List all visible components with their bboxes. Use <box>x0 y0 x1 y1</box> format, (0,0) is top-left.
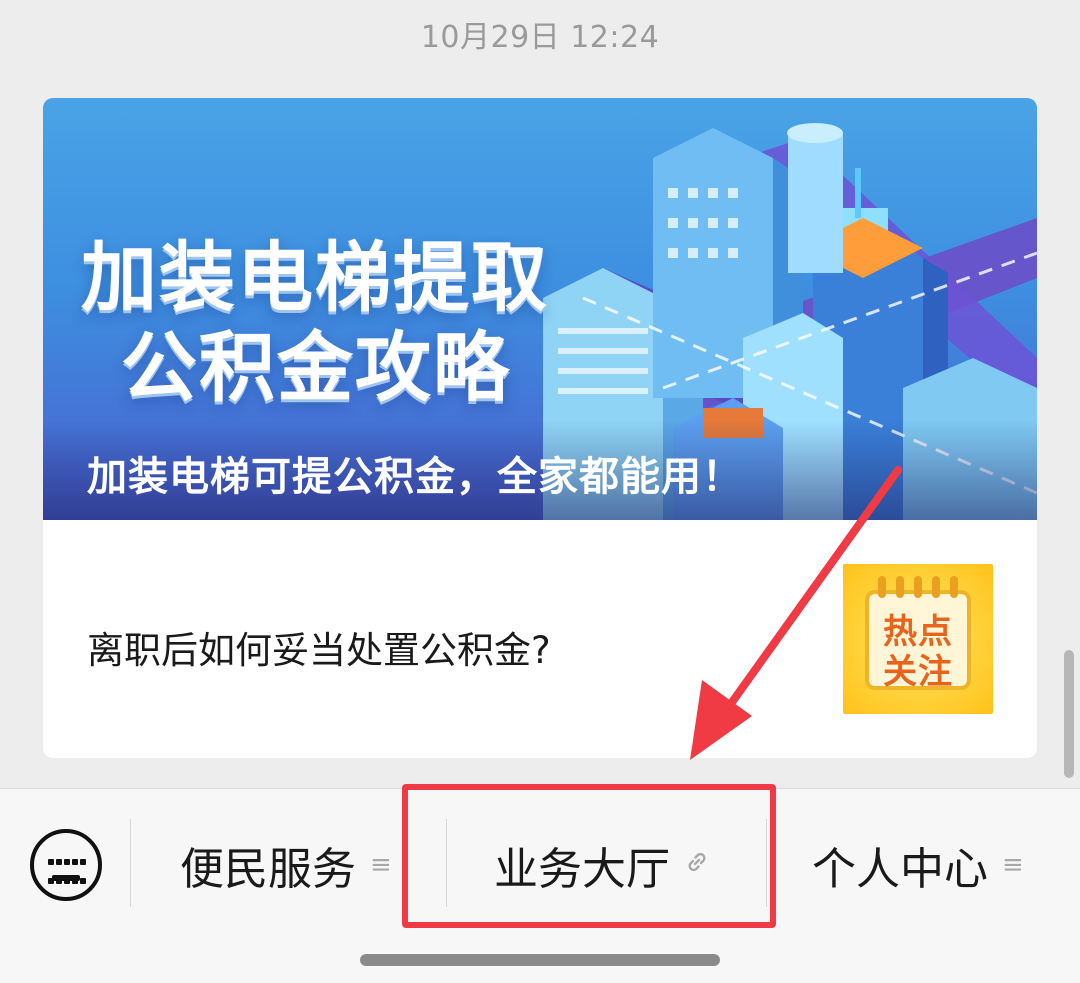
annotation-arrow <box>690 466 902 760</box>
home-indicator[interactable] <box>360 954 720 966</box>
